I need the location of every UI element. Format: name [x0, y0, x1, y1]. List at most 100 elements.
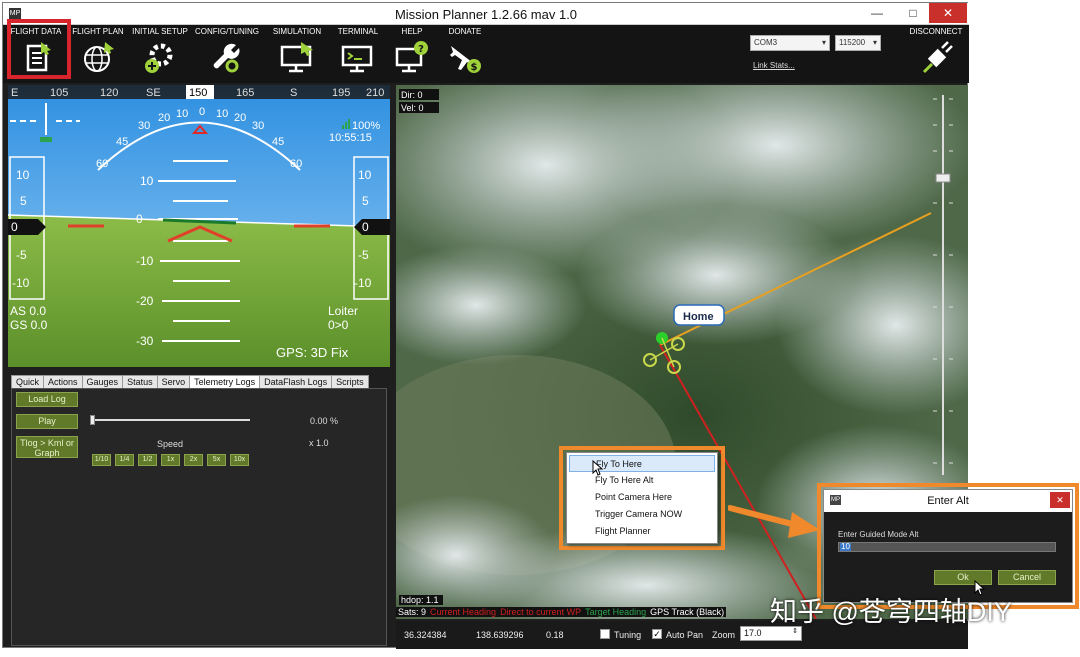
- menu-item-flight-planner[interactable]: Flight Planner: [569, 523, 715, 540]
- menu-flight-plan[interactable]: FLIGHT PLAN: [69, 27, 127, 74]
- speed-tick: -10: [12, 276, 30, 290]
- speed-1x-button[interactable]: 1x: [161, 454, 180, 466]
- mouse-cursor-icon: [592, 460, 604, 476]
- menu-config-tuning[interactable]: CONFIG/TUNING: [193, 27, 261, 74]
- flight-mode: Loiter: [328, 304, 358, 318]
- roll-tick: 45: [272, 136, 284, 148]
- altitude-readout: 0.18: [546, 630, 564, 640]
- tab-dataflash-logs[interactable]: DataFlash Logs: [259, 375, 333, 389]
- pitch-label: 10: [140, 174, 154, 188]
- longitude-readout: 138.639296: [476, 630, 524, 640]
- airspeed: AS 0.0: [10, 304, 46, 318]
- tab-quick[interactable]: Quick: [11, 375, 45, 389]
- legend-gps-track: GPS Track (Black): [648, 607, 727, 617]
- map-status-row: Sats: 9 Current Heading Direct to current …: [396, 607, 727, 619]
- menu-donate[interactable]: DONATE $: [441, 27, 489, 74]
- svg-text:$: $: [471, 62, 478, 73]
- menu-help[interactable]: HELP ?: [391, 27, 433, 74]
- maximize-button[interactable]: □: [897, 3, 929, 23]
- dialog-title-bar: MP Enter Alt ✕: [824, 490, 1072, 512]
- tab-scripts[interactable]: Scripts: [331, 375, 369, 389]
- speed-2x-button[interactable]: 2x: [184, 454, 203, 466]
- menu-item-fly-to-here-alt[interactable]: Fly To Here Alt: [569, 472, 715, 489]
- tuning-checkbox[interactable]: [600, 629, 610, 639]
- tab-servo[interactable]: Servo: [156, 375, 191, 389]
- link-stats-link[interactable]: Link Stats...: [753, 61, 795, 70]
- menu-item-point-camera-here[interactable]: Point Camera Here: [569, 489, 715, 506]
- window-title: Mission Planner 1.2.66 mav 1.0: [394, 7, 578, 22]
- load-log-button[interactable]: Load Log: [16, 392, 78, 407]
- flight-data-highlight: [7, 19, 71, 79]
- speed-10x-button[interactable]: 10x: [230, 454, 249, 466]
- baud-select[interactable]: 115200 ▾: [835, 35, 881, 51]
- autopan-label: Auto Pan: [666, 630, 704, 640]
- tab-telemetry-logs[interactable]: Telemetry Logs: [189, 375, 261, 389]
- roll-tick: 60: [290, 158, 302, 170]
- tlog-kml-button[interactable]: Tlog > Kml or Graph: [16, 436, 78, 458]
- menu-simulation[interactable]: SIMULATION: [267, 27, 327, 74]
- direction-readout: Dir: 0: [401, 90, 423, 100]
- help-icon: ?: [395, 41, 428, 73]
- pitch-label: 0: [136, 212, 143, 226]
- map-zoom-thumb[interactable]: [935, 173, 951, 183]
- cancel-button[interactable]: Cancel: [998, 570, 1056, 585]
- speed-tick: 5: [20, 194, 27, 208]
- initial-setup-icon: [145, 43, 173, 73]
- heading-tick: 195: [332, 87, 350, 99]
- speed-1-2-button[interactable]: 1/2: [138, 454, 157, 466]
- hud-time: 10:55:15: [329, 132, 372, 144]
- alt-tick: -5: [358, 248, 369, 262]
- terminal-icon: [341, 45, 373, 73]
- speed-1-4-button[interactable]: 1/4: [115, 454, 134, 466]
- autopan-checkbox[interactable]: ✓: [652, 629, 662, 639]
- disconnect-button[interactable]: DISCONNECT: [905, 27, 967, 76]
- slider-thumb[interactable]: [90, 415, 95, 425]
- play-button[interactable]: Play: [16, 414, 78, 429]
- enter-alt-dialog: MP Enter Alt ✕ Enter Guided Mode Alt 10 …: [823, 489, 1073, 603]
- map-context-menu: Fly To Here Fly To Here Alt Point Camera…: [566, 452, 718, 544]
- chevron-down-icon: ▾: [821, 38, 826, 47]
- tab-actions[interactable]: Actions: [43, 375, 83, 389]
- battery-level: 100%: [352, 120, 380, 132]
- roll-tick: 10: [216, 108, 228, 120]
- roll-tick: 20: [158, 112, 170, 124]
- tab-gauges[interactable]: Gauges: [81, 375, 124, 389]
- main-menu: FLIGHT DATA FLIGHT PLAN INITIAL SETUP CO…: [3, 19, 969, 83]
- heading-tick: 165: [236, 87, 254, 99]
- tab-status[interactable]: Status: [122, 375, 158, 389]
- speed-tick: -5: [16, 248, 27, 262]
- roll-tick: 0: [199, 106, 205, 118]
- alt-input[interactable]: 10: [838, 542, 1056, 552]
- speed-5x-button[interactable]: 5x: [207, 454, 226, 466]
- speed-label: Speed: [157, 439, 184, 449]
- minimize-button[interactable]: —: [861, 3, 893, 23]
- alt-tick: 10: [358, 168, 372, 182]
- menu-initial-setup[interactable]: INITIAL SETUP: [131, 27, 189, 74]
- dialog-prompt: Enter Guided Mode Alt: [838, 530, 919, 539]
- pitch-label: -20: [136, 294, 154, 308]
- simulation-icon: [280, 42, 313, 73]
- playback-slider[interactable]: [92, 419, 250, 421]
- altitude-box: 0: [362, 220, 369, 234]
- roll-tick: 30: [138, 120, 150, 132]
- dialog-title: Enter Alt: [927, 495, 969, 507]
- menu-terminal[interactable]: TERMINAL: [331, 27, 385, 74]
- flight-plan-icon: [84, 42, 114, 72]
- heading-tick: 105: [50, 87, 68, 99]
- port-select[interactable]: COM3 ▾: [750, 35, 830, 51]
- velocity-readout: Vel: 0: [401, 103, 424, 113]
- legend-target-heading: Target Heading: [583, 607, 649, 617]
- menu-item-fly-to-here[interactable]: Fly To Here: [569, 455, 715, 472]
- heading-tick: 120: [100, 87, 118, 99]
- watermark: 知乎 @苍穹四轴DIY: [770, 597, 1012, 627]
- speed-box: 0: [11, 220, 18, 234]
- legend-direct-to-wp: Direct to current WP: [498, 607, 584, 617]
- roll-tick: 20: [234, 112, 246, 124]
- close-button[interactable]: ✕: [929, 3, 967, 23]
- chevron-down-icon: ▾: [872, 38, 877, 47]
- gps-status: GPS: 3D Fix: [276, 345, 349, 360]
- speed-1-10-button[interactable]: 1/10: [92, 454, 111, 466]
- dialog-close-button[interactable]: ✕: [1050, 492, 1070, 508]
- latitude-readout: 36.324384: [404, 630, 447, 640]
- menu-item-trigger-camera-now[interactable]: Trigger Camera NOW: [569, 506, 715, 523]
